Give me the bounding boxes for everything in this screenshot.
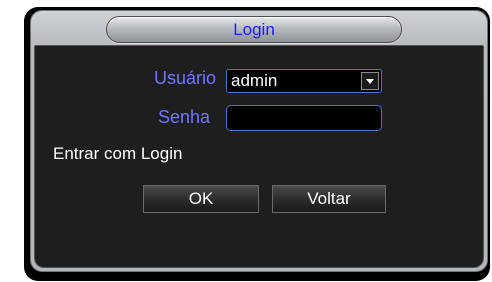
password-field[interactable]: [226, 105, 382, 131]
chevron-down-icon[interactable]: [361, 72, 379, 90]
user-select-value: admin: [231, 71, 278, 90]
user-select[interactable]: admin: [226, 69, 382, 93]
back-button[interactable]: Voltar: [272, 185, 386, 213]
screen: Login Usuário admin Senha Entrar com Log…: [0, 0, 492, 282]
user-label: Usuário: [153, 68, 216, 88]
ok-button[interactable]: OK: [143, 185, 259, 213]
password-label: Senha: [157, 107, 210, 127]
login-mode-text: Entrar com Login: [53, 144, 183, 163]
dialog-title: Login: [233, 20, 275, 39]
